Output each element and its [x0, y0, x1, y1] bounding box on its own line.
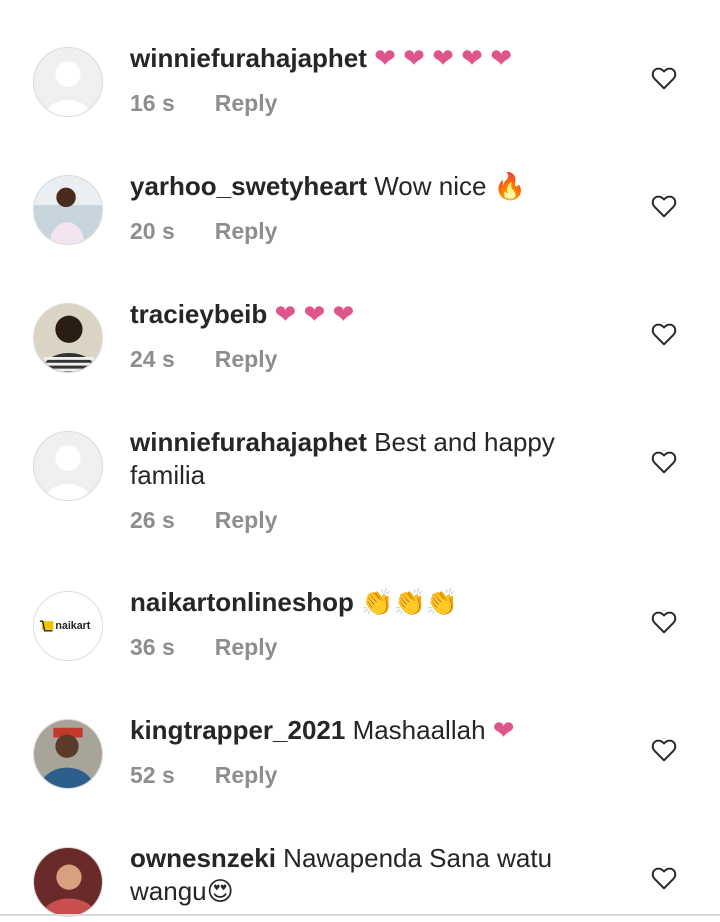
reply-button[interactable]: Reply [215, 762, 278, 788]
comment-text: ownesnzeki Nawapenda Sana watu wangu😍 [130, 842, 610, 908]
comment-meta: 20 s Reply [130, 218, 277, 245]
photo-avatar[interactable] [33, 175, 103, 245]
reply-button[interactable]: Reply [215, 218, 278, 244]
comment-username[interactable]: naikartonlineshop [130, 587, 354, 617]
comment-meta: 26 s Reply [130, 507, 277, 534]
heart-emoji-icon: ❤ [492, 715, 515, 745]
reply-button[interactable]: Reply [215, 346, 278, 372]
reply-button[interactable]: Reply [215, 90, 278, 116]
comment-time: 20 s [130, 218, 175, 244]
comment-time: 36 s [130, 634, 175, 660]
comment-meta: 24 s Reply [130, 346, 277, 373]
comment-text: naikartonlineshop 👏👏👏 [130, 586, 610, 619]
like-heart-icon[interactable] [651, 66, 677, 90]
comment-time: 52 s [130, 762, 175, 788]
comment-text: kingtrapper_2021 Mashaallah ❤ [130, 714, 610, 747]
comment-username[interactable]: winniefurahajaphet [130, 427, 367, 457]
comment-username[interactable]: yarhoo_swetyheart [130, 171, 367, 201]
reply-button[interactable]: Reply [215, 634, 278, 660]
comment-emoji: ❤ ❤ ❤ [274, 299, 355, 329]
naikart-logo[interactable]: naikart [33, 591, 103, 661]
comment-text: yarhoo_swetyheart Wow nice 🔥 [130, 170, 610, 203]
like-heart-icon[interactable] [651, 194, 677, 218]
comment-username[interactable]: tracieybeib [130, 299, 267, 329]
like-heart-icon[interactable] [651, 322, 677, 346]
photo-avatar[interactable] [33, 847, 103, 917]
comment-time: 24 s [130, 346, 175, 372]
comment-meta: 52 s Reply [130, 762, 277, 789]
comment-text: winniefurahajaphet Best and happy famili… [130, 426, 610, 492]
bottom-divider [0, 914, 720, 916]
comment-text: winniefurahajaphet ❤ ❤ ❤ ❤ ❤ [130, 42, 610, 75]
comment-text: tracieybeib ❤ ❤ ❤ [130, 298, 610, 331]
svg-text:naikart: naikart [55, 620, 90, 632]
heart-eyes-emoji-icon: 😍 [206, 876, 234, 906]
photo-avatar[interactable] [33, 719, 103, 789]
comment-body: Wow nice [374, 171, 487, 201]
like-heart-icon[interactable] [651, 610, 677, 634]
like-heart-icon[interactable] [651, 450, 677, 474]
reply-button[interactable]: Reply [215, 507, 278, 533]
like-heart-icon[interactable] [651, 738, 677, 762]
comment-emoji: ❤ ❤ ❤ ❤ ❤ [374, 43, 512, 73]
comment-meta: 36 s Reply [130, 634, 277, 661]
comment-time: 16 s [130, 90, 175, 116]
comment-username[interactable]: kingtrapper_2021 [130, 715, 345, 745]
fire-emoji-icon: 🔥 [493, 171, 527, 201]
comment-time: 26 s [130, 507, 175, 533]
default-avatar[interactable] [33, 47, 103, 117]
comment-username[interactable]: ownesnzeki [130, 843, 276, 873]
comment-body: Mashaallah [352, 715, 486, 745]
clapping-emoji-icon: 👏👏👏 [361, 587, 459, 617]
comment-meta: 16 s Reply [130, 90, 277, 117]
default-avatar[interactable] [33, 431, 103, 501]
photo-avatar[interactable] [33, 303, 103, 373]
comment-username[interactable]: winniefurahajaphet [130, 43, 367, 73]
like-heart-icon[interactable] [651, 866, 677, 890]
